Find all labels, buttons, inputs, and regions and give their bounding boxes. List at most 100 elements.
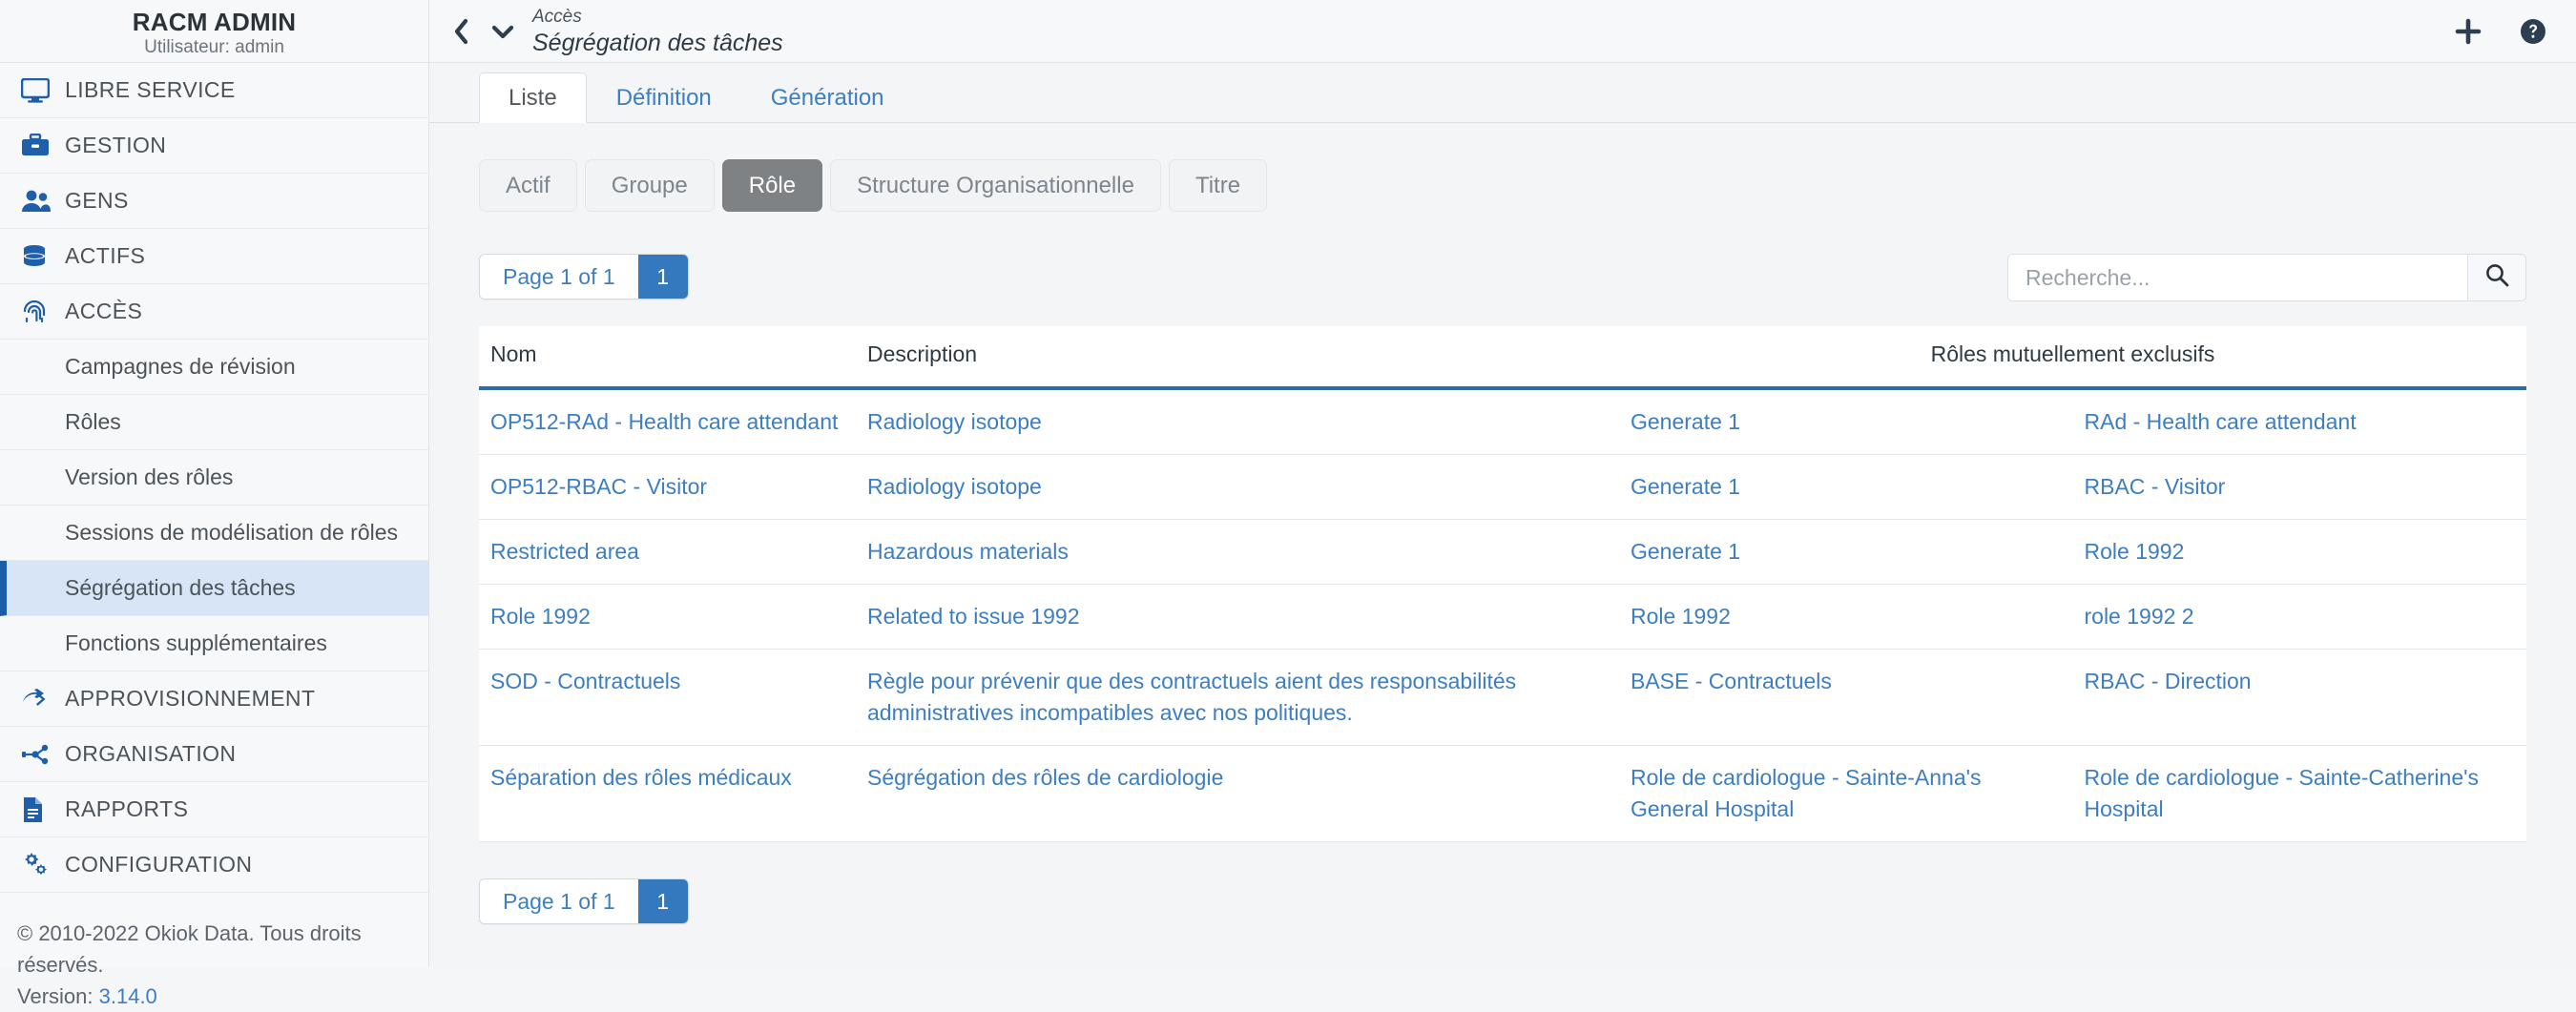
row-link-role-a[interactable]: Generate 1	[1631, 409, 1740, 434]
filter-pill-groupe[interactable]: Groupe	[584, 159, 715, 212]
sidebar: RACM ADMIN Utilisateur: admin LIBRE SERV…	[0, 0, 429, 1008]
cell-description: Règle pour prévenir que des contractuels…	[856, 649, 1619, 746]
sidebar-item-gens[interactable]: GENS	[0, 174, 428, 229]
column-header-nom[interactable]: Nom	[479, 326, 856, 390]
sidebar-subitem-campagnes-de-revision[interactable]: Campagnes de révision	[0, 340, 428, 395]
table-row[interactable]: Restricted area Hazardous materials Gene…	[479, 519, 2526, 585]
page-title: Ségrégation des tâches	[532, 29, 783, 56]
sidebar-item-libre-service[interactable]: LIBRE SERVICE	[0, 63, 428, 118]
row-link-role-b[interactable]: role 1992 2	[2085, 604, 2194, 629]
row-link-role-b[interactable]: RBAC - Direction	[2085, 669, 2252, 693]
sidebar-item-approvisionnement[interactable]: APPROVISIONNEMENT	[0, 671, 428, 727]
pagination-page-1[interactable]: 1	[637, 879, 688, 923]
sidebar-subitem-fonctions-supplementaires[interactable]: Fonctions supplémentaires	[0, 616, 428, 671]
sidebar-item-rapports[interactable]: RAPPORTS	[0, 782, 428, 837]
row-link-nom[interactable]: OP512-RAd - Health care attendant	[490, 409, 838, 434]
sidebar-item-label: LIBRE SERVICE	[65, 77, 236, 102]
row-link-description[interactable]: Règle pour prévenir que des contractuels…	[867, 669, 1516, 725]
sidebar-subitem-segregation-des-taches[interactable]: Ségrégation des tâches	[0, 561, 428, 616]
tab-generation[interactable]: Génération	[741, 72, 914, 123]
cell-description: Radiology isotope	[856, 388, 1619, 455]
sidebar-item-acces[interactable]: ACCÈS	[0, 284, 428, 340]
table-row[interactable]: OP512-RBAC - Visitor Radiology isotope G…	[479, 454, 2526, 520]
sidebar-item-organisation[interactable]: ORGANISATION	[0, 727, 428, 782]
fingerprint-icon	[21, 299, 65, 324]
row-link-nom[interactable]: SOD - Contractuels	[490, 669, 680, 693]
breadcrumb-parent[interactable]: Accès	[532, 6, 783, 29]
sidebar-item-configuration[interactable]: CONFIGURATION	[0, 837, 428, 893]
cell-role-b: role 1992 2	[2072, 584, 2526, 650]
table-toolbar: Page 1 of 1 1	[479, 254, 2526, 301]
cell-role-b: Role 1992	[2072, 519, 2526, 585]
table-row[interactable]: OP512-RAd - Health care attendant Radiol…	[479, 388, 2526, 455]
tab-label: Définition	[615, 84, 712, 111]
breadcrumb: Accès Ségrégation des tâches	[532, 6, 783, 57]
column-header-roles-mutuellement-exclusifs: Rôles mutuellement exclusifs	[1619, 326, 2526, 390]
arrows-right-icon	[21, 688, 65, 711]
cell-role-b: Role de cardiologue - Sainte-Catherine's…	[2072, 745, 2526, 842]
brand-title: RACM ADMIN	[132, 8, 297, 36]
filter-pill-titre[interactable]: Titre	[1168, 159, 1268, 212]
plus-icon[interactable]	[2454, 17, 2483, 46]
row-link-description[interactable]: Radiology isotope	[867, 474, 1042, 499]
sidebar-item-gestion[interactable]: GESTION	[0, 118, 428, 174]
cell-role-a: BASE - Contractuels	[1619, 649, 2073, 746]
chevron-down-icon[interactable]	[490, 22, 515, 41]
monitor-icon	[21, 77, 65, 103]
row-link-role-b[interactable]: Role 1992	[2085, 539, 2185, 564]
filter-pill-structure-organisationnelle[interactable]: Structure Organisationnelle	[830, 159, 1161, 212]
cell-role-a: Role de cardiologue - Sainte-Anna's Gene…	[1619, 745, 2073, 842]
app-root: RACM ADMIN Utilisateur: admin LIBRE SERV…	[0, 0, 2576, 1008]
search-input[interactable]	[2007, 254, 2467, 301]
row-link-nom[interactable]: Restricted area	[490, 539, 639, 564]
chevron-left-icon[interactable]	[452, 18, 469, 45]
row-link-role-a[interactable]: Role 1992	[1631, 604, 1731, 629]
sidebar-subitem-sessions-de-modelisation-de-roles[interactable]: Sessions de modélisation de rôles	[0, 506, 428, 561]
tab-liste[interactable]: Liste	[479, 72, 587, 123]
cell-role-a: Generate 1	[1619, 519, 2073, 585]
pagination-bottom-wrap: Page 1 of 1 1	[479, 878, 2526, 924]
table-row[interactable]: SOD - Contractuels Règle pour prévenir q…	[479, 649, 2526, 746]
sidebar-item-label: ORGANISATION	[65, 741, 237, 766]
row-link-nom[interactable]: OP512-RBAC - Visitor	[490, 474, 707, 499]
row-link-description[interactable]: Radiology isotope	[867, 409, 1042, 434]
row-link-role-b[interactable]: RBAC - Visitor	[2085, 474, 2226, 499]
cell-description: Related to issue 1992	[856, 584, 1619, 650]
sidebar-subitem-roles[interactable]: Rôles	[0, 395, 428, 450]
row-link-nom[interactable]: Séparation des rôles médicaux	[490, 765, 792, 790]
row-link-role-a[interactable]: Role de cardiologue - Sainte-Anna's Gene…	[1631, 765, 1982, 821]
help-circle-icon[interactable]	[2519, 17, 2547, 46]
sidebar-item-actifs[interactable]: ACTIFS	[0, 229, 428, 284]
row-link-description[interactable]: Related to issue 1992	[867, 604, 1080, 629]
filter-pill-actif[interactable]: Actif	[479, 159, 577, 212]
document-icon	[21, 796, 65, 823]
search-button[interactable]	[2467, 254, 2526, 301]
pagination-page-1[interactable]: 1	[637, 255, 688, 299]
sidebar-footer: © 2010-2022 Okiok Data. Tous droits rése…	[0, 908, 428, 1012]
topbar-actions	[2454, 17, 2547, 46]
table-row[interactable]: Séparation des rôles médicaux Ségrégatio…	[479, 745, 2526, 842]
tab-label: Liste	[509, 84, 557, 111]
row-link-role-b[interactable]: Role de cardiologue - Sainte-Catherine's…	[2085, 765, 2480, 821]
row-link-description[interactable]: Hazardous materials	[867, 539, 1069, 564]
pagination-page-label[interactable]: Page 1 of 1	[480, 879, 638, 923]
version-line: Version: 3.14.0	[17, 981, 428, 1012]
row-link-role-a[interactable]: BASE - Contractuels	[1631, 669, 1832, 693]
table-row[interactable]: Role 1992 Related to issue 1992 Role 199…	[479, 584, 2526, 650]
sidebar-item-label: RAPPORTS	[65, 796, 189, 821]
cell-nom: OP512-RBAC - Visitor	[479, 454, 856, 520]
pagination-page-label[interactable]: Page 1 of 1	[480, 255, 638, 299]
version-value[interactable]: 3.14.0	[99, 984, 157, 1008]
column-header-description[interactable]: Description	[856, 326, 1619, 390]
brand-header: RACM ADMIN Utilisateur: admin	[0, 0, 428, 63]
tab-definition[interactable]: Définition	[587, 72, 741, 123]
table-header-row: Nom Description Rôles mutuellement exclu…	[479, 326, 2526, 390]
row-link-role-b[interactable]: RAd - Health care attendant	[2085, 409, 2357, 434]
row-link-description[interactable]: Ségrégation des rôles de cardiologie	[867, 765, 1223, 790]
row-link-role-a[interactable]: Generate 1	[1631, 474, 1740, 499]
sidebar-subitem-version-des-roles[interactable]: Version des rôles	[0, 450, 428, 506]
row-link-nom[interactable]: Role 1992	[490, 604, 591, 629]
row-link-role-a[interactable]: Generate 1	[1631, 539, 1740, 564]
search-icon	[2484, 262, 2509, 293]
filter-pill-role[interactable]: Rôle	[721, 159, 823, 212]
